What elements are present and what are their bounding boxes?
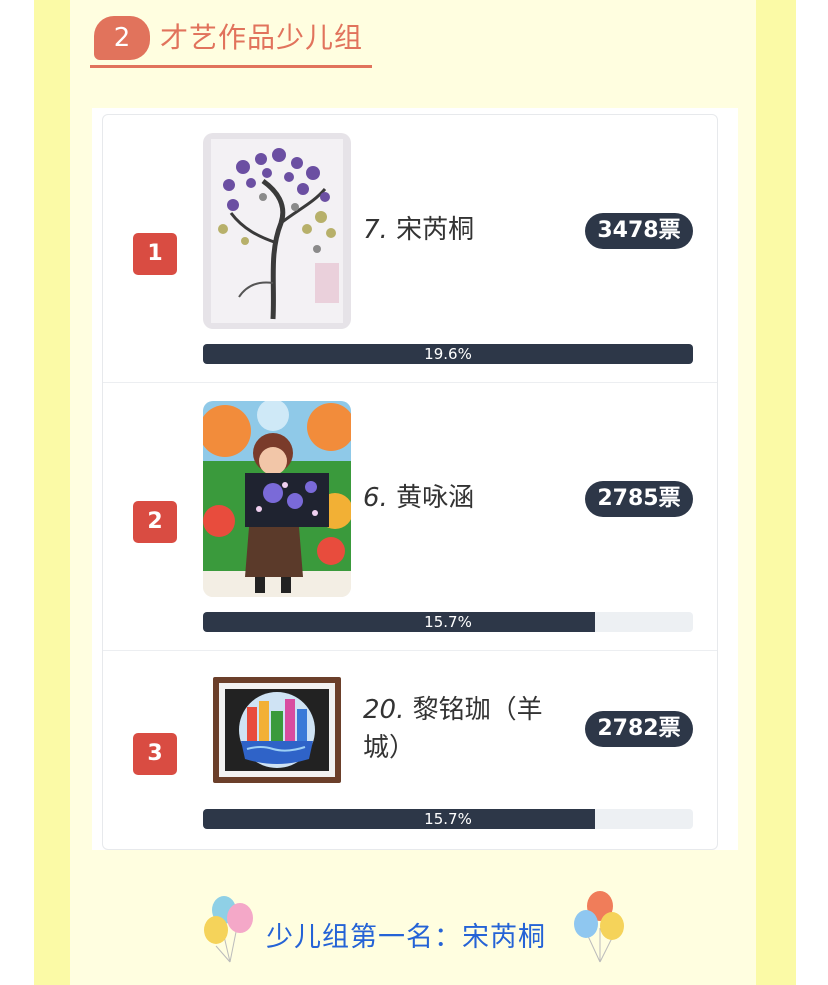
ranking-card: 1 7. 宋芮桐 3478票 19.6% 2 6. 黄咏涵 2785票 15.7… — [102, 114, 718, 850]
winner-announcement: 少儿组第一名：宋芮桐 — [200, 888, 630, 968]
ranking-row[interactable]: 1 7. 宋芮桐 3478票 19.6% — [103, 115, 717, 383]
entry-thumbnail-framed-painting[interactable] — [213, 677, 341, 783]
vote-count-badge: 3478票 — [585, 213, 693, 249]
rank-badge: 3 — [133, 733, 177, 775]
section-underline — [90, 65, 372, 68]
entry-name[interactable]: 20. 黎铭珈（羊城） — [363, 691, 563, 767]
entry-name-text: 黄咏涵 — [396, 483, 475, 513]
rank-badge: 1 — [133, 233, 177, 275]
entry-name[interactable]: 6. 黄咏涵 — [363, 479, 563, 517]
ranking-row[interactable]: 2 6. 黄咏涵 2785票 15.7% — [103, 383, 717, 651]
entry-name-text: 宋芮桐 — [396, 215, 475, 245]
balloons-icon-right — [574, 891, 624, 963]
rank-badge: 2 — [133, 501, 177, 543]
section-number-badge: 2 — [94, 16, 150, 60]
entry-thumbnail-quilling-tree[interactable] — [203, 133, 351, 329]
balloons-icon-left — [204, 896, 253, 963]
entry-index: 6. — [363, 483, 388, 513]
ranking-row[interactable]: 3 20. 黎铭珈（羊城） 2782票 15.7% — [103, 651, 717, 849]
vote-count-badge: 2785票 — [585, 481, 693, 517]
entry-thumbnail-child-photo[interactable] — [203, 401, 351, 597]
section-header: 2 才艺作品少儿组 — [90, 12, 372, 70]
vote-percent-label: 15.7% — [424, 810, 472, 828]
vote-progress-bar: 15.7% — [203, 612, 693, 632]
vote-count-badge: 2782票 — [585, 711, 693, 747]
vote-percent-label: 15.7% — [424, 613, 472, 631]
entry-index: 20. — [363, 695, 405, 725]
entry-name[interactable]: 7. 宋芮桐 — [363, 211, 563, 249]
vote-progress-bar: 15.7% — [203, 809, 693, 829]
ranking-panel: 1 7. 宋芮桐 3478票 19.6% 2 6. 黄咏涵 2785票 15.7… — [92, 108, 738, 850]
section-title: 才艺作品少儿组 — [160, 21, 364, 54]
vote-percent-label: 19.6% — [424, 345, 472, 363]
entry-index: 7. — [363, 215, 388, 245]
vote-progress-bar: 19.6% — [203, 344, 693, 364]
winner-text: 少儿组第一名：宋芮桐 — [266, 922, 546, 953]
